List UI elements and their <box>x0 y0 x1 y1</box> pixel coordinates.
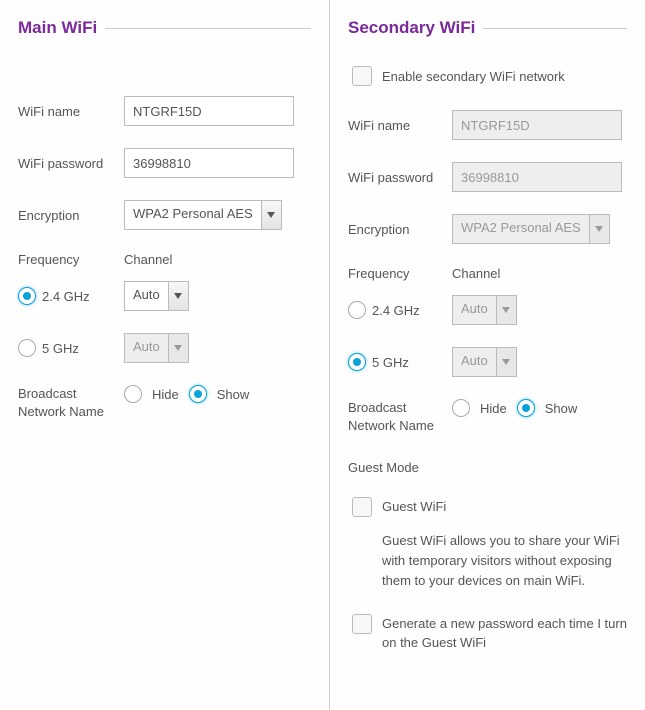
secondary-encryption-label: Encryption <box>348 222 452 237</box>
main-freq-header: Frequency Channel <box>18 252 311 267</box>
secondary-freq-5-row: 5 GHz Auto <box>348 347 627 377</box>
secondary-freq-24-row: 2.4 GHz Auto <box>348 295 627 325</box>
guest-wifi-description: Guest WiFi allows you to share your WiFi… <box>382 531 627 591</box>
main-freq-5-radio[interactable] <box>18 339 36 357</box>
secondary-wifi-title-row: Secondary WiFi <box>348 18 627 38</box>
secondary-wifi-password-input[interactable] <box>452 162 622 192</box>
secondary-freq-24-radio[interactable] <box>348 301 366 319</box>
dropdown-arrow-icon <box>589 215 609 243</box>
secondary-wifi-name-row: WiFi name <box>348 110 627 140</box>
main-freq-5-label: 5 GHz <box>42 341 79 356</box>
main-encryption-row: Encryption WPA2 Personal AES <box>18 200 311 230</box>
secondary-freq-5-label: 5 GHz <box>372 355 409 370</box>
guest-wifi-checkbox[interactable] <box>352 497 372 517</box>
main-channel-24-select[interactable]: Auto <box>124 281 189 311</box>
secondary-encryption-row: Encryption WPA2 Personal AES <box>348 214 627 244</box>
enable-secondary-row: Enable secondary WiFi network <box>352 66 627 86</box>
secondary-channel-label: Channel <box>452 266 500 281</box>
enable-secondary-checkbox[interactable] <box>352 66 372 86</box>
main-wifi-panel: Main WiFi WiFi name WiFi password Encryp… <box>0 0 330 710</box>
main-broadcast-label: Broadcast Network Name <box>18 385 124 420</box>
dropdown-arrow-icon <box>168 282 188 310</box>
secondary-broadcast-show-label: Show <box>545 401 578 416</box>
secondary-freq-header: Frequency Channel <box>348 266 627 281</box>
secondary-wifi-panel: Secondary WiFi Enable secondary WiFi net… <box>330 0 645 710</box>
main-wifi-name-input[interactable] <box>124 96 294 126</box>
secondary-wifi-name-label: WiFi name <box>348 118 452 133</box>
main-encryption-value: WPA2 Personal AES <box>125 201 261 229</box>
guest-wifi-label: Guest WiFi <box>382 497 446 514</box>
divider-line <box>483 28 627 29</box>
main-channel-label: Channel <box>124 252 172 267</box>
guest-mode-heading: Guest Mode <box>348 460 627 475</box>
main-freq-24-row: 2.4 GHz Auto <box>18 281 311 311</box>
main-wifi-name-row: WiFi name <box>18 96 311 126</box>
main-wifi-title: Main WiFi <box>18 18 97 38</box>
main-encryption-label: Encryption <box>18 208 124 223</box>
enable-secondary-label: Enable secondary WiFi network <box>382 69 565 84</box>
dropdown-arrow-icon <box>496 348 516 376</box>
secondary-freq-24-label: 2.4 GHz <box>372 303 420 318</box>
secondary-channel-5-select[interactable]: Auto <box>452 347 517 377</box>
main-encryption-select[interactable]: WPA2 Personal AES <box>124 200 282 230</box>
main-broadcast-hide-label: Hide <box>152 387 179 402</box>
secondary-wifi-name-input[interactable] <box>452 110 622 140</box>
secondary-broadcast-label: Broadcast Network Name <box>348 399 452 434</box>
generate-password-label: Generate a new password each time I turn… <box>382 614 627 653</box>
secondary-broadcast-hide-radio[interactable] <box>452 399 470 417</box>
main-broadcast-row: Broadcast Network Name Hide Show <box>18 385 311 420</box>
main-wifi-name-label: WiFi name <box>18 104 124 119</box>
main-freq-5-row: 5 GHz Auto <box>18 333 311 363</box>
main-broadcast-show-radio[interactable] <box>189 385 207 403</box>
secondary-broadcast-show-radio[interactable] <box>517 399 535 417</box>
main-broadcast-hide-radio[interactable] <box>124 385 142 403</box>
divider-line <box>105 28 311 29</box>
secondary-encryption-select[interactable]: WPA2 Personal AES <box>452 214 610 244</box>
main-wifi-password-row: WiFi password <box>18 148 311 178</box>
secondary-broadcast-row: Broadcast Network Name Hide Show <box>348 399 627 434</box>
generate-password-checkbox[interactable] <box>352 614 372 634</box>
main-wifi-password-label: WiFi password <box>18 156 124 171</box>
main-broadcast-show-label: Show <box>217 387 250 402</box>
dropdown-arrow-icon <box>168 334 188 362</box>
main-channel-5-select[interactable]: Auto <box>124 333 189 363</box>
secondary-wifi-title: Secondary WiFi <box>348 18 475 38</box>
secondary-broadcast-hide-label: Hide <box>480 401 507 416</box>
main-freq-24-radio[interactable] <box>18 287 36 305</box>
dropdown-arrow-icon <box>261 201 281 229</box>
main-wifi-title-row: Main WiFi <box>18 18 311 38</box>
secondary-wifi-password-label: WiFi password <box>348 170 452 185</box>
secondary-freq-5-radio[interactable] <box>348 353 366 371</box>
main-freq-24-label: 2.4 GHz <box>42 289 90 304</box>
guest-wifi-row: Guest WiFi <box>352 497 627 517</box>
secondary-wifi-password-row: WiFi password <box>348 162 627 192</box>
generate-password-row: Generate a new password each time I turn… <box>352 614 627 653</box>
secondary-channel-24-select[interactable]: Auto <box>452 295 517 325</box>
main-frequency-label: Frequency <box>18 252 124 267</box>
main-wifi-password-input[interactable] <box>124 148 294 178</box>
secondary-encryption-value: WPA2 Personal AES <box>453 215 589 243</box>
secondary-frequency-label: Frequency <box>348 266 452 281</box>
dropdown-arrow-icon <box>496 296 516 324</box>
